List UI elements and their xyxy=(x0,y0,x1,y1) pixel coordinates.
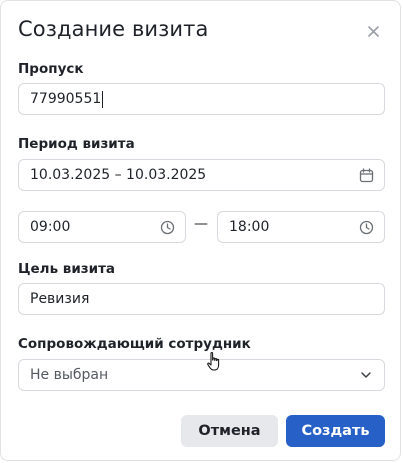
text-caret xyxy=(102,90,104,108)
date-range-value: 10.03.2025 – 10.03.2025 xyxy=(30,167,207,183)
close-icon xyxy=(367,25,379,37)
time-from-input[interactable]: 09:00 xyxy=(18,211,186,243)
chevron-down-icon xyxy=(358,367,374,383)
pass-input[interactable]: 77990551 xyxy=(18,83,385,115)
dialog-title: Создание визита xyxy=(18,17,209,41)
purpose-input[interactable]: Ревизия xyxy=(18,283,385,315)
clock-icon[interactable] xyxy=(358,219,374,235)
escort-label: Сопровождающий сотрудник xyxy=(18,336,251,352)
create-button[interactable]: Создать xyxy=(286,415,385,447)
escort-select[interactable]: Не выбран xyxy=(18,359,385,391)
pass-label: Пропуск xyxy=(18,61,84,77)
time-from-value: 09:00 xyxy=(30,219,71,235)
clock-icon[interactable] xyxy=(159,219,175,235)
purpose-value: Ревизия xyxy=(30,291,90,307)
pass-value: 77990551 xyxy=(30,91,102,107)
calendar-icon[interactable] xyxy=(358,167,374,183)
period-label: Период визита xyxy=(18,136,135,152)
create-visit-dialog: Создание визита Пропуск 77990551 Период … xyxy=(0,0,401,461)
escort-selected-value: Не выбран xyxy=(30,367,109,383)
cancel-button[interactable]: Отмена xyxy=(181,415,278,447)
purpose-label: Цель визита xyxy=(18,261,116,277)
close-button[interactable] xyxy=(363,21,383,41)
time-to-input[interactable]: 18:00 xyxy=(217,211,385,243)
hand-cursor-icon xyxy=(207,351,220,371)
time-to-value: 18:00 xyxy=(229,219,270,235)
time-separator: — xyxy=(194,216,208,232)
date-range-picker[interactable]: 10.03.2025 – 10.03.2025 xyxy=(18,159,385,191)
